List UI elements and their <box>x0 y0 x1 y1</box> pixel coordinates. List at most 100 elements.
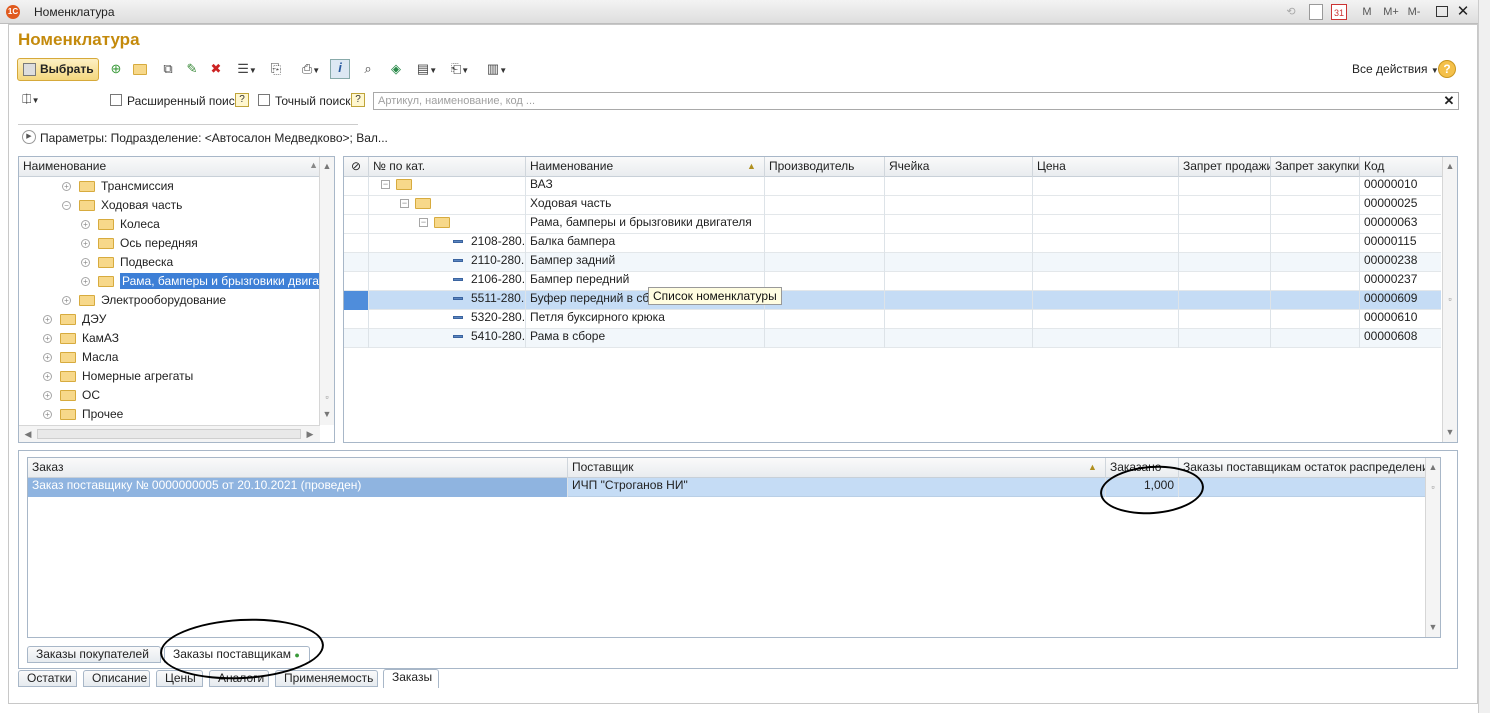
all-actions-menu[interactable]: Все действия ▼ <box>1352 62 1439 76</box>
name-cell[interactable]: Бампер задний <box>526 253 765 272</box>
col-manufacturer[interactable]: Производитель <box>765 157 885 177</box>
subtab-customer-orders[interactable]: Заказы покупателей <box>27 646 161 663</box>
grid-item-row[interactable]: 2108-280... Балка бампера 00000115 <box>344 234 1441 253</box>
memory-plus-button[interactable]: M+ <box>1380 4 1402 20</box>
tree-item[interactable]: + Номерные агрегаты <box>43 367 193 386</box>
empty-cell[interactable] <box>765 329 885 348</box>
col-name[interactable]: Наименование <box>526 157 765 177</box>
col-order[interactable]: Заказ <box>28 458 568 478</box>
catalog-cell[interactable]: 2110-280... <box>369 253 526 272</box>
extended-search-checkbox[interactable] <box>110 94 122 106</box>
empty-cell[interactable] <box>1179 177 1271 196</box>
expand-icon[interactable]: + <box>43 315 52 325</box>
orders-vscrollbar[interactable]: ▲ ▫ ▼ <box>1425 458 1440 637</box>
empty-cell[interactable] <box>1033 272 1179 291</box>
grid-item-row[interactable]: 5410-280... Рама в сборе 00000608 <box>344 329 1441 348</box>
maximize-icon[interactable] <box>1436 6 1448 17</box>
catalog-cell[interactable]: 5511-280... <box>369 291 526 310</box>
scroll-down-icon[interactable]: ▼ <box>1426 622 1440 632</box>
empty-cell[interactable] <box>1271 177 1360 196</box>
row-marker-cell[interactable] <box>344 177 369 196</box>
help-button[interactable]: ? <box>1438 60 1456 78</box>
catalog-cell[interactable]: 5410-280... <box>369 329 526 348</box>
scroll-down-icon[interactable]: ▼ <box>1443 427 1457 437</box>
tree-item[interactable]: + Подвеска <box>81 253 173 272</box>
empty-cell[interactable] <box>1271 291 1360 310</box>
collapse-icon[interactable]: − <box>381 180 390 190</box>
expand-icon[interactable]: + <box>43 391 52 401</box>
col-sale-ban[interactable]: Запрет продажи <box>1179 157 1271 177</box>
code-cell[interactable]: 00000115 <box>1360 234 1442 253</box>
row-marker-cell[interactable] <box>344 253 369 272</box>
grid-item-row[interactable]: 5511-280... Буфер передний в сборе 0000060… <box>344 291 1441 310</box>
copy-icon[interactable]: ⧉ <box>160 61 176 77</box>
empty-cell[interactable] <box>1271 272 1360 291</box>
tree-item[interactable]: + Ось передняя <box>81 234 198 253</box>
empty-cell[interactable] <box>765 234 885 253</box>
empty-cell[interactable] <box>1179 329 1271 348</box>
scroll-up-icon[interactable]: ▲ <box>1426 462 1440 472</box>
tree-header-label[interactable]: Наименование <box>19 157 319 177</box>
expand-icon[interactable]: + <box>81 277 90 287</box>
hierarchy-icon[interactable]: ☰▼ <box>234 61 260 77</box>
select-button[interactable]: Выбрать <box>17 58 99 81</box>
empty-cell[interactable] <box>885 291 1033 310</box>
scroll-up-icon[interactable]: ▲ <box>320 161 334 171</box>
empty-cell[interactable] <box>885 234 1033 253</box>
grid-item-row[interactable]: 2106-280... Бампер передний 00000237 <box>344 272 1441 291</box>
info-icon[interactable]: i <box>330 59 350 79</box>
empty-cell[interactable] <box>765 215 885 234</box>
row-marker-cell[interactable] <box>344 272 369 291</box>
catalog-cell[interactable]: 5320-280... <box>369 310 526 329</box>
empty-cell[interactable] <box>1033 329 1179 348</box>
add-icon[interactable]: ⊕ <box>108 61 124 77</box>
col-code[interactable]: Код <box>1360 157 1442 177</box>
tree-item[interactable]: + Прочее <box>43 405 123 424</box>
close-icon[interactable]: ✕ <box>1456 4 1470 20</box>
empty-cell[interactable] <box>885 196 1033 215</box>
col-price[interactable]: Цена <box>1033 157 1179 177</box>
code-cell[interactable]: 00000609 <box>1360 291 1442 310</box>
tree-item[interactable]: + Электрооборудование <box>62 291 226 310</box>
code-cell[interactable]: 00000025 <box>1360 196 1442 215</box>
empty-cell[interactable] <box>1033 234 1179 253</box>
empty-cell[interactable] <box>885 272 1033 291</box>
order-row[interactable]: Заказ поставщику № 0000000005 от 20.10.2… <box>28 478 1425 497</box>
name-cell[interactable]: Балка бампера <box>526 234 765 253</box>
empty-cell[interactable] <box>765 253 885 272</box>
chart-icon[interactable]: ▥▼ <box>484 61 510 77</box>
empty-cell[interactable] <box>885 253 1033 272</box>
tab-description[interactable]: Описание <box>83 670 150 687</box>
code-cell[interactable]: 00000237 <box>1360 272 1442 291</box>
col-purchase-ban[interactable]: Запрет закупки <box>1271 157 1360 177</box>
expand-icon[interactable]: + <box>43 334 52 344</box>
empty-cell[interactable] <box>765 177 885 196</box>
empty-cell[interactable] <box>885 215 1033 234</box>
tree-item[interactable]: + ОС <box>43 386 100 405</box>
clear-search-icon[interactable]: ✕ <box>1441 93 1457 109</box>
code-cell[interactable]: 00000063 <box>1360 215 1442 234</box>
tree-item[interactable]: + ДЭУ <box>43 310 106 329</box>
scroll-down-icon[interactable]: ▼ <box>320 409 334 419</box>
empty-cell[interactable] <box>1033 196 1179 215</box>
empty-cell[interactable] <box>1179 215 1271 234</box>
empty-cell[interactable] <box>1033 215 1179 234</box>
search-mode-icon[interactable]: ⎅▼ <box>22 92 48 108</box>
tree-item[interactable]: + Рама, бамперы и брызговики двигателя <box>81 272 320 291</box>
name-cell[interactable]: Петля буксирного крюка <box>526 310 765 329</box>
find-icon[interactable]: ⌕ <box>360 61 376 77</box>
scroll-up-icon[interactable]: ▲ <box>1443 161 1457 171</box>
empty-cell[interactable] <box>765 291 885 310</box>
catalog-cell[interactable]: − <box>369 177 526 196</box>
empty-cell[interactable] <box>1033 177 1179 196</box>
exact-search-hint[interactable]: ? <box>351 93 365 107</box>
grid-group-row[interactable]: − ВАЗ 00000010 <box>344 177 1441 196</box>
grid-item-row[interactable]: 5320-280... Петля буксирного крюка 0000061… <box>344 310 1441 329</box>
delete-mark-icon[interactable]: ✖ <box>208 61 224 77</box>
row-marker-cell[interactable] <box>344 291 369 310</box>
extended-search-hint[interactable]: ? <box>235 93 249 107</box>
col-catalog-number[interactable]: № по кат. <box>369 157 526 177</box>
empty-cell[interactable] <box>1033 310 1179 329</box>
tab-stock[interactable]: Остатки <box>18 670 77 687</box>
edit-icon[interactable]: ✎ <box>184 61 200 77</box>
